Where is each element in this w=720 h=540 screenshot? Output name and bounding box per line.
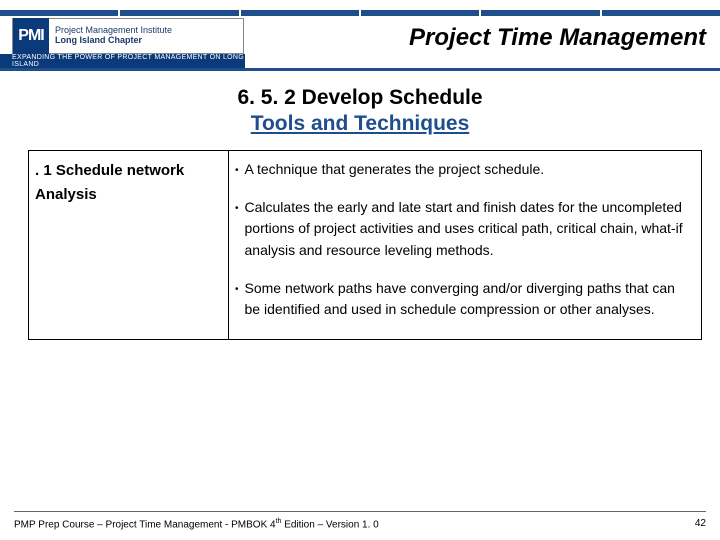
- row-label: . 1 Schedule network Analysis: [29, 151, 229, 340]
- footer-row: PMP Prep Course – Project Time Managemen…: [14, 518, 706, 530]
- logo-text: Project Management Institute Long Island…: [49, 24, 243, 48]
- slide: PMI Project Management Institute Long Is…: [0, 0, 720, 540]
- section-subtitle: Tools and Techniques: [0, 112, 720, 136]
- header-rule: [0, 68, 720, 71]
- pmi-logo: PMI Project Management Institute Long Is…: [12, 18, 244, 54]
- content-table: . 1 Schedule network Analysis • A techniq…: [28, 150, 702, 340]
- section-number: 6. 5. 2 Develop Schedule: [0, 86, 720, 110]
- bullet-text: Calculates the early and late start and …: [245, 197, 693, 262]
- bullet-icon: •: [235, 278, 239, 321]
- footer-rule: [14, 511, 706, 512]
- footer-left: PMP Prep Course – Project Time Managemen…: [14, 518, 379, 530]
- tagline-bar: EXPANDING THE POWER OF PROJECT MANAGEMEN…: [0, 54, 245, 68]
- logo-initials: PMI: [13, 18, 49, 54]
- decorative-stripes: [0, 10, 720, 16]
- footer: PMP Prep Course – Project Time Managemen…: [0, 511, 720, 540]
- logo-line2: Long Island Chapter: [55, 36, 237, 46]
- page-number: 42: [695, 518, 706, 530]
- bullet-icon: •: [235, 197, 239, 262]
- bullet-list: • A technique that generates the project …: [235, 159, 693, 321]
- footer-text-prefix: PMP Prep Course – Project Time Managemen…: [14, 519, 276, 530]
- content-table-wrap: . 1 Schedule network Analysis • A techniq…: [0, 136, 720, 340]
- bullet-text: Some network paths have converging and/o…: [245, 278, 693, 321]
- header: PMI Project Management Institute Long Is…: [0, 0, 720, 72]
- row-content: • A technique that generates the project …: [229, 151, 702, 340]
- table-row: . 1 Schedule network Analysis • A techniq…: [29, 151, 702, 340]
- list-item: •Calculates the early and late start and…: [235, 197, 693, 262]
- bullet-icon: •: [235, 159, 239, 181]
- footer-text-suffix: Edition – Version 1. 0: [281, 519, 378, 530]
- page-title: Project Time Management: [409, 24, 706, 52]
- list-item: •Some network paths have converging and/…: [235, 278, 693, 321]
- list-item: • A technique that generates the project …: [235, 159, 693, 181]
- bullet-text: A technique that generates the project s…: [245, 159, 545, 181]
- section-heading: 6. 5. 2 Develop Schedule Tools and Techn…: [0, 86, 720, 136]
